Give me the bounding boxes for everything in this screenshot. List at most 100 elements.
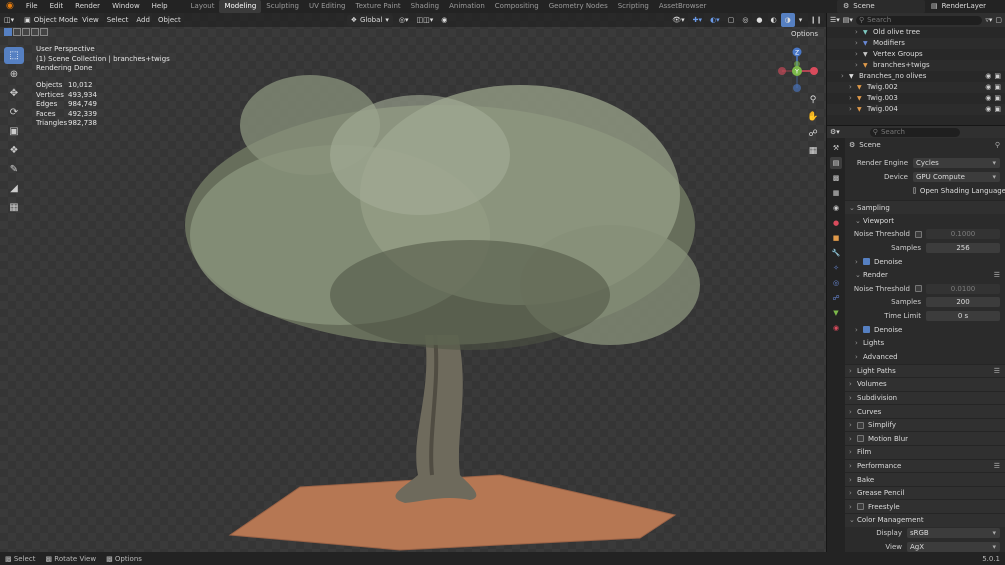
- lights-subpanel-header[interactable]: › Lights: [845, 336, 1005, 350]
- gizmo-toggle-icon[interactable]: ✚▾: [689, 13, 706, 27]
- eye-icon[interactable]: ◉: [985, 104, 991, 115]
- pan-hand-icon[interactable]: ✋: [806, 110, 820, 124]
- select-mode-extend-icon[interactable]: [13, 28, 21, 36]
- new-collection-icon[interactable]: ▢: [995, 16, 1002, 24]
- workspace-tab-layout[interactable]: Layout: [186, 0, 220, 13]
- shading-rendered-icon[interactable]: ◑: [780, 13, 795, 27]
- view-layer-tab-icon[interactable]: ▦: [830, 187, 842, 199]
- display-device-dropdown[interactable]: sRGB ▾: [907, 528, 1000, 539]
- panel-header-freestyle[interactable]: › Freestyle: [845, 499, 1005, 514]
- workspace-tab-shading[interactable]: Shading: [406, 0, 444, 13]
- scene-selector[interactable]: ⚙ Scene: [837, 0, 925, 13]
- eye-icon[interactable]: ◉: [985, 71, 991, 82]
- panel-header-simplify[interactable]: › Simplify: [845, 417, 1005, 432]
- mode-selector[interactable]: ▣ Object Mode: [20, 14, 78, 26]
- shading-material-icon[interactable]: ◐: [767, 13, 781, 27]
- workspace-tab-compositing[interactable]: Compositing: [490, 0, 544, 13]
- scale-tool-icon[interactable]: ▣: [4, 123, 24, 140]
- orientation-selector[interactable]: ❖ Global ▾: [346, 14, 393, 26]
- output-tab-icon[interactable]: ▩: [830, 172, 842, 184]
- camera-icon[interactable]: ▣: [994, 104, 1001, 115]
- annotate-tool-icon[interactable]: ✎: [4, 161, 24, 178]
- pause-render-icon[interactable]: ❙❙: [806, 13, 826, 27]
- outliner-editor-icon[interactable]: ☰▾: [830, 16, 840, 24]
- render-tab-icon[interactable]: ▤: [830, 157, 842, 169]
- render-samples-field[interactable]: 200: [926, 297, 1000, 308]
- panel-header-color-management[interactable]: ⌄ Color Management: [845, 513, 1005, 527]
- blender-logo-icon[interactable]: ◉: [0, 0, 20, 13]
- render-noise-threshold-checkbox[interactable]: [915, 285, 922, 293]
- add-cube-tool-icon[interactable]: ▦: [4, 199, 24, 216]
- render-subpanel-header[interactable]: ⌄ Render ☰: [845, 268, 1005, 282]
- select-mode-intersect-icon[interactable]: [40, 28, 48, 36]
- render-engine-dropdown[interactable]: Cycles ▾: [913, 158, 1000, 169]
- panel-header-light-paths[interactable]: › Light Paths ☰: [845, 363, 1005, 378]
- viewport-subpanel-header[interactable]: ⌄ Viewport: [845, 214, 1005, 228]
- panel-header-motion-blur[interactable]: › Motion Blur: [845, 431, 1005, 446]
- outliner-row[interactable]: › ▼ Twig.003 ◉ ▣: [827, 93, 1005, 104]
- chevron-right-icon[interactable]: ›: [855, 38, 863, 49]
- gizmo-x-axis[interactable]: [810, 67, 818, 75]
- xray-icon[interactable]: ▢: [724, 13, 739, 27]
- chevron-right-icon[interactable]: ›: [841, 71, 849, 82]
- rotate-tool-icon[interactable]: ⟳: [4, 104, 24, 121]
- advanced-subpanel-header[interactable]: › Advanced: [845, 350, 1005, 364]
- chevron-right-icon[interactable]: ›: [849, 104, 857, 115]
- data-tab-icon[interactable]: ▼: [830, 307, 842, 319]
- presets-icon[interactable]: ☰: [994, 271, 1000, 279]
- camera-icon[interactable]: ▣: [994, 93, 1001, 104]
- device-dropdown[interactable]: GPU Compute ▾: [913, 171, 1000, 182]
- move-tool-icon[interactable]: ✥: [4, 85, 24, 102]
- chevron-right-icon[interactable]: ›: [855, 27, 863, 38]
- menu-view[interactable]: View: [78, 13, 103, 27]
- constraints-tab-icon[interactable]: ☍: [830, 292, 842, 304]
- chevron-right-icon[interactable]: ›: [855, 60, 863, 71]
- workspace-tab-animation[interactable]: Animation: [444, 0, 490, 13]
- view-transform-dropdown[interactable]: AgX ▾: [907, 542, 1000, 552]
- select-mode-invert-icon[interactable]: [31, 28, 39, 36]
- camera-view-icon[interactable]: ☍: [806, 127, 820, 141]
- grid-perspective-icon[interactable]: ▦: [806, 144, 820, 158]
- render-layer-selector[interactable]: ▤ RenderLayer: [925, 0, 1005, 13]
- 3d-viewport[interactable]: ◫▾ ▣ Object Mode View Select Add Object …: [0, 13, 826, 552]
- presets-icon[interactable]: ☰: [994, 462, 1000, 470]
- material-tab-icon[interactable]: ◉: [830, 322, 842, 334]
- filter-icon[interactable]: ▿▾: [985, 16, 992, 24]
- pin-icon[interactable]: ⚲: [995, 141, 1000, 149]
- workspace-tab-uv-editing[interactable]: UV Editing: [304, 0, 351, 13]
- viewport-samples-field[interactable]: 256: [926, 242, 1000, 253]
- render-denoise-row[interactable]: › Denoise: [845, 323, 1005, 337]
- modifier-tab-icon[interactable]: 🔧: [830, 247, 842, 259]
- select-box-tool-icon[interactable]: ⬚: [4, 47, 24, 64]
- particles-tab-icon[interactable]: ✧: [830, 262, 842, 274]
- properties-editor-icon[interactable]: ⚙▾: [830, 128, 840, 136]
- menu-window[interactable]: Window: [106, 0, 146, 13]
- transform-tool-icon[interactable]: ❖: [4, 142, 24, 159]
- noise-threshold-checkbox[interactable]: [915, 230, 922, 238]
- outliner-search-input[interactable]: ⚲ Search: [855, 15, 983, 25]
- editor-type-icon[interactable]: ◫▾: [0, 13, 18, 27]
- render-denoise-checkbox[interactable]: [863, 326, 870, 334]
- scene-tab-icon[interactable]: ◉: [830, 202, 842, 214]
- menu-select[interactable]: Select: [103, 13, 133, 27]
- outliner-row[interactable]: › ▼ Branches_no olives ◉ ▣: [827, 71, 1005, 82]
- panel-header-bake[interactable]: › Bake: [845, 472, 1005, 486]
- shading-solid-icon[interactable]: ●: [752, 13, 766, 27]
- select-mode-new-icon[interactable]: [4, 28, 12, 36]
- panel-header-performance[interactable]: › Performance ☰: [845, 458, 1005, 473]
- osl-checkbox[interactable]: [913, 187, 916, 195]
- panel-header-curves[interactable]: › Curves: [845, 404, 1005, 418]
- pivot-icon[interactable]: ◎▾: [395, 13, 413, 27]
- properties-search-input[interactable]: ⚲ Search: [869, 127, 960, 137]
- gizmo-neg-x-axis[interactable]: [778, 67, 786, 75]
- workspace-tab-assetbrowser[interactable]: AssetBrowser: [654, 0, 712, 13]
- menu-file[interactable]: File: [20, 0, 44, 13]
- viewport-noise-threshold-field[interactable]: 0.1000: [926, 229, 1000, 240]
- workspace-tab-texture-paint[interactable]: Texture Paint: [351, 0, 406, 13]
- menu-help[interactable]: Help: [146, 0, 174, 13]
- outliner-row[interactable]: › ▼ Vertex Groups: [827, 49, 1005, 60]
- panel-header-volumes[interactable]: › Volumes: [845, 377, 1005, 391]
- viewport-denoise-checkbox[interactable]: [863, 258, 870, 266]
- chevron-right-icon[interactable]: ›: [855, 49, 863, 60]
- eye-icon[interactable]: ◉: [985, 93, 991, 104]
